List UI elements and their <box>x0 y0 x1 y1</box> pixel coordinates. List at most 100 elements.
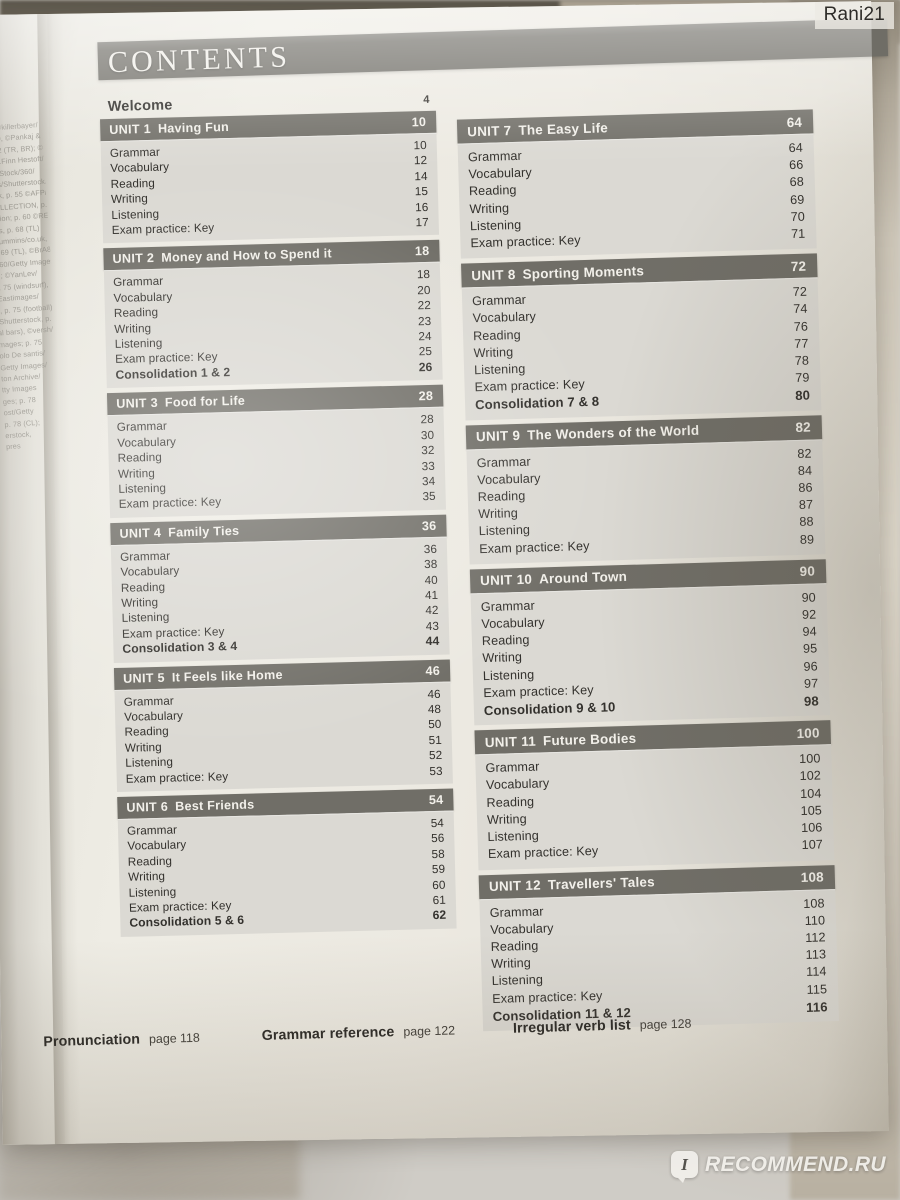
section-page-number: 28 <box>420 413 434 427</box>
unit-page-number: 108 <box>800 869 825 886</box>
section-page-number: 79 <box>795 370 810 386</box>
section-label: Writing <box>473 344 514 361</box>
section-label: Grammar <box>467 148 523 165</box>
unit-page-number: 18 <box>414 244 430 259</box>
unit-block: UNIT 4 Family Ties 36 Grammar 36 Vocabulary 38… <box>110 514 450 663</box>
unit-block: UNIT 10 Around Town 90 Grammar 90 Vocabulary 9… <box>469 559 831 726</box>
section-page-number: 52 <box>428 748 443 763</box>
section-label: Writing <box>128 870 166 884</box>
contents-column-left: Welcome 4 UNIT 1 Having Fun 10 Grammar 10 Voc… <box>100 91 457 937</box>
section-label: Writing <box>478 506 519 522</box>
section-label: Listening <box>478 523 531 539</box>
unit-block: UNIT 5 It Feels like Home 46 Grammar 46 Vocab… <box>113 659 453 793</box>
unit-header-label: UNIT 3 Food for Life <box>116 394 245 411</box>
section-page-number: 113 <box>805 947 827 963</box>
section-label: Writing <box>114 321 152 336</box>
unit-title: Food for Life <box>164 393 246 410</box>
section-page-number: 59 <box>431 862 446 877</box>
section-page-number: 102 <box>799 768 822 784</box>
section-page-number: 20 <box>417 283 431 298</box>
section-label: Exam practice: Key <box>111 221 215 238</box>
section-label: Reading <box>486 794 535 810</box>
site-watermark: I RECOMMEND.RU <box>671 1151 886 1183</box>
unit-block: UNIT 1 Having Fun 10 Grammar 10 Vocabulary 12 R… <box>100 110 440 244</box>
footer-item-grammar-reference[interactable]: Grammar reference page 122 <box>262 1022 456 1044</box>
section-label: Grammar <box>119 549 171 564</box>
section-label: Listening <box>125 755 174 770</box>
section-label: Vocabulary <box>123 709 184 724</box>
footer-label: Irregular verb list <box>512 1017 631 1037</box>
section-page-number: 96 <box>803 659 818 674</box>
unit-title: Having Fun <box>157 119 230 136</box>
section-page-number: 115 <box>806 981 828 997</box>
section-page-number: 78 <box>794 353 810 369</box>
section-page-number: 108 <box>803 895 825 911</box>
footer-page: page 128 <box>639 1016 692 1033</box>
section-page-number: 80 <box>794 388 811 404</box>
section-label: Consolidation 9 & 10 <box>483 699 616 719</box>
section-label: Reading <box>481 633 530 649</box>
unit-section-list: Grammar 28 Vocabulary 30 Reading 32 Writing 33 L… <box>107 406 447 518</box>
section-page-number: 50 <box>428 718 442 732</box>
section-label: Writing <box>469 200 510 216</box>
contents-column-right: UNIT 7 The Easy Life 64 Grammar 64 Vocabulary… <box>456 109 839 1032</box>
unit-header-label: UNIT 11 Future Bodies <box>485 731 637 750</box>
section-page-number: 70 <box>790 209 806 224</box>
section-page-number: 62 <box>432 908 447 923</box>
unit-number: UNIT 3 <box>116 396 159 412</box>
unit-header-label: UNIT 5 It Feels like Home <box>123 667 283 685</box>
section-label: Grammar <box>485 759 540 776</box>
unit-page-number: 46 <box>425 663 441 678</box>
section-label: Vocabulary <box>472 309 537 326</box>
footer-item-pronunciation[interactable]: Pronunciation page 118 <box>43 1030 200 1050</box>
section-page-number: 41 <box>424 588 439 603</box>
section-page-number: 89 <box>799 532 815 547</box>
left-units-list: UNIT 1 Having Fun 10 Grammar 10 Vocabulary 12 R… <box>100 110 457 937</box>
unit-title: The Easy Life <box>518 119 609 138</box>
unit-page-number: 90 <box>799 563 816 580</box>
section-label: Vocabulary <box>120 564 180 579</box>
section-label: Reading <box>490 938 539 954</box>
section-page-number: 106 <box>800 820 823 836</box>
unit-title: Around Town <box>538 569 628 587</box>
section-page-number: 77 <box>794 336 809 351</box>
section-label: Vocabulary <box>485 776 550 793</box>
unit-number: UNIT 2 <box>112 251 155 267</box>
unit-page-number: 64 <box>786 114 803 130</box>
section-label: Listening <box>491 972 544 989</box>
section-label: Grammar <box>113 275 164 290</box>
unit-page-number: 82 <box>795 419 812 436</box>
unit-section-list: Grammar 72 Vocabulary 74 Reading 76 Writing 77 L… <box>461 277 822 421</box>
section-page-number: 33 <box>421 459 436 473</box>
unit-number: UNIT 6 <box>126 799 169 815</box>
section-label: Exam practice: Key <box>487 844 599 862</box>
section-label: Reading <box>113 306 159 321</box>
section-page-number: 71 <box>790 226 806 242</box>
unit-title: Best Friends <box>174 797 255 814</box>
section-label: Grammar <box>109 145 161 160</box>
section-page-number: 35 <box>422 490 436 504</box>
section-label: Listening <box>482 667 535 683</box>
section-page-number: 64 <box>788 140 804 156</box>
section-page-number: 40 <box>424 573 438 587</box>
unit-title: It Feels like Home <box>171 667 283 685</box>
section-page-number: 10 <box>413 138 427 153</box>
unit-page-number: 10 <box>411 114 427 130</box>
section-label: Grammar <box>480 598 535 614</box>
section-label: Reading <box>117 450 163 465</box>
section-page-number: 23 <box>417 314 432 328</box>
unit-number: UNIT 12 <box>488 877 542 895</box>
unit-header-label: UNIT 1 Having Fun <box>109 120 229 137</box>
section-label: Exam practice: Key <box>125 769 229 786</box>
unit-title: Travellers' Tales <box>547 874 656 893</box>
section-page-number: 43 <box>425 619 440 633</box>
unit-block: UNIT 11 Future Bodies 100 Grammar 100 Vocabul… <box>474 720 835 870</box>
unit-section-list: Grammar 108 Vocabulary 110 Reading 112 Writing… <box>479 888 839 1032</box>
section-page-number: 22 <box>417 299 432 313</box>
unit-number: UNIT 4 <box>119 525 162 541</box>
unit-header-label: UNIT 2 Money and How to Spend it <box>112 247 332 267</box>
right-units-list: UNIT 7 The Easy Life 64 Grammar 64 Vocabulary… <box>456 109 839 1032</box>
unit-number: UNIT 1 <box>109 121 152 138</box>
section-label: Writing <box>117 466 156 481</box>
section-label: Listening <box>128 885 177 900</box>
